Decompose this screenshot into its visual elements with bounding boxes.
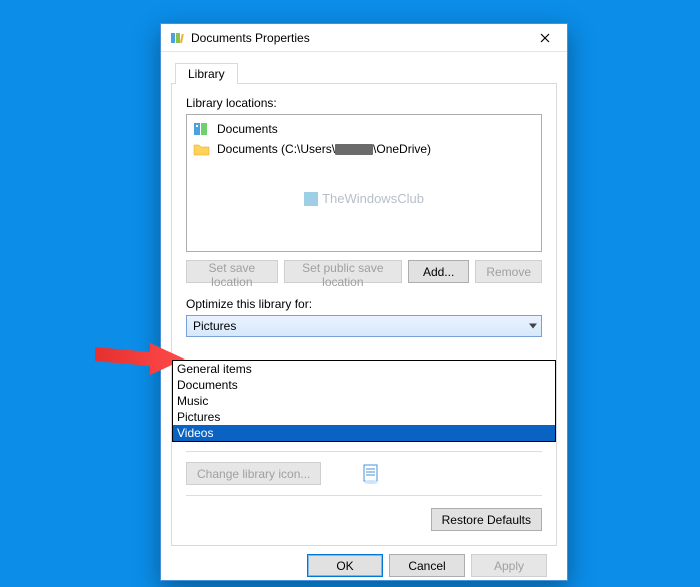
optimize-dropdown[interactable]: General items Documents Music Pictures V… xyxy=(172,360,556,442)
icon-row: Change library icon... xyxy=(186,462,542,485)
close-button[interactable] xyxy=(523,24,567,52)
locations-buttons: Set save location Set public save locati… xyxy=(186,260,542,283)
tab-panel: Library locations: Documents xyxy=(171,84,557,546)
locations-list[interactable]: Documents Documents (C:\Users\\OneDrive)… xyxy=(186,114,542,252)
locations-label: Library locations: xyxy=(186,96,542,110)
dropdown-option-pictures[interactable]: Pictures xyxy=(173,409,555,425)
redacted-username xyxy=(335,144,373,155)
separator xyxy=(186,451,542,452)
dropdown-option-general-items[interactable]: General items xyxy=(173,361,555,377)
tab-strip: Library xyxy=(171,62,557,84)
client-area: Library Library locations: Documents xyxy=(161,52,567,587)
cancel-button[interactable]: Cancel xyxy=(389,554,465,577)
remove-button[interactable]: Remove xyxy=(475,260,542,283)
optimize-label: Optimize this library for: xyxy=(186,297,542,311)
list-item-label: Documents xyxy=(217,122,278,136)
optimize-combobox[interactable]: Pictures xyxy=(186,315,542,337)
change-library-icon-button[interactable]: Change library icon... xyxy=(186,462,321,485)
list-item-label: Documents (C:\Users\\OneDrive) xyxy=(217,142,431,156)
set-public-save-location-button[interactable]: Set public save location xyxy=(284,260,402,283)
documents-library-icon xyxy=(193,121,211,137)
restore-defaults-button[interactable]: Restore Defaults xyxy=(431,508,542,531)
dropdown-option-videos[interactable]: Videos xyxy=(173,425,555,441)
library-icon xyxy=(169,30,185,46)
dropdown-option-documents[interactable]: Documents xyxy=(173,377,555,393)
set-save-location-button[interactable]: Set save location xyxy=(186,260,278,283)
titlebar[interactable]: Documents Properties xyxy=(161,24,567,52)
apply-button[interactable]: Apply xyxy=(471,554,547,577)
list-item[interactable]: Documents (C:\Users\\OneDrive) xyxy=(189,139,539,159)
dropdown-option-music[interactable]: Music xyxy=(173,393,555,409)
list-item[interactable]: Documents xyxy=(189,119,539,139)
dialog-buttons: OK Cancel Apply xyxy=(171,546,557,577)
separator xyxy=(186,495,542,496)
folder-icon xyxy=(193,141,211,157)
watermark: TheWindowsClub xyxy=(189,191,539,206)
library-document-icon xyxy=(361,463,381,485)
add-button[interactable]: Add... xyxy=(408,260,469,283)
combobox-value: Pictures xyxy=(193,319,236,333)
properties-window: Documents Properties Library Library loc… xyxy=(160,23,568,581)
restore-row: Restore Defaults xyxy=(186,508,542,531)
chevron-down-icon xyxy=(529,324,537,329)
ok-button[interactable]: OK xyxy=(307,554,383,577)
tab-library[interactable]: Library xyxy=(175,63,238,85)
watermark-icon xyxy=(304,192,318,206)
window-title: Documents Properties xyxy=(191,31,523,45)
